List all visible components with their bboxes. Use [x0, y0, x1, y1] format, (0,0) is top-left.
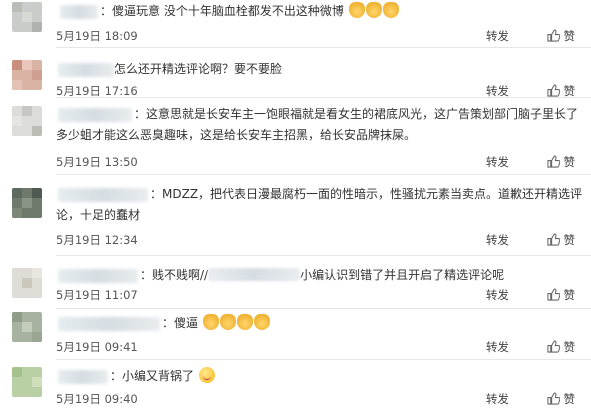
comment-text-continued: 小编认识到错了并且开启了精选评论呢 [300, 268, 505, 282]
timestamp: 5月19日 18:09 [56, 29, 138, 43]
comment-actions: 转发 赞 [486, 154, 575, 170]
username-blurred[interactable] [58, 269, 138, 283]
ok-hand-emoji-icon [202, 314, 219, 330]
avatar[interactable] [12, 2, 42, 32]
repost-button[interactable]: 转发 [486, 232, 509, 248]
like-label: 赞 [563, 233, 576, 247]
avatar[interactable] [12, 268, 42, 298]
comment-text-line2: 论，十足的蠢材 [56, 208, 141, 222]
comment-text: 贱不贱啊// [152, 268, 209, 282]
like-button[interactable]: 赞 [546, 339, 576, 355]
comment-item: ：MDZZ，把代表日漫最腐朽一面的性暗示，性骚扰元素当卖点。道歉还开精选评 论，… [0, 174, 591, 258]
avatar[interactable] [12, 367, 42, 397]
avatar[interactable] [12, 188, 42, 218]
comment-actions: 转发 赞 [486, 287, 575, 303]
avatar[interactable] [12, 60, 42, 90]
thumbs-up-icon [546, 233, 560, 246]
comment-item: ：这意思就是长安车主一饱眼福就是看女生的裙底风光，这广告策划部门脑子里长了 多少… [0, 98, 591, 175]
comment-text-line1: 这意思就是长安车主一饱眼福就是看女生的裙底风光，这广告策划部门脑子里长了 [146, 107, 579, 121]
avatar[interactable] [12, 106, 42, 136]
username-suffix: ： [140, 268, 153, 282]
thumbs-up-icon [546, 392, 560, 405]
comment-actions: 转发 赞 [486, 28, 575, 44]
comment-text: 傻逼 [174, 316, 199, 330]
comment-text: 傻逼玩意 没个十年脑血栓都发不出这种微博 [112, 4, 344, 18]
username-suffix: ： [110, 369, 123, 383]
comment-actions: 转发 赞 [486, 391, 575, 407]
username-suffix: ： [150, 187, 163, 201]
thumbs-up-icon [546, 288, 560, 301]
comment-item: ：小编又背锅了 5月19日 09:40 转发 赞 [0, 360, 591, 412]
ok-hand-emoji-icon [253, 314, 270, 330]
like-label: 赞 [563, 84, 576, 98]
comment-item: ：傻逼玩意 没个十年脑血栓都发不出这种微博 5月19日 18:09 转发 赞 [0, 0, 591, 48]
comment-actions: 转发 赞 [486, 339, 575, 355]
username-blurred[interactable] [58, 370, 108, 384]
timestamp: 5月19日 12:34 [56, 233, 138, 247]
like-label: 赞 [563, 340, 576, 354]
like-button[interactable]: 赞 [546, 391, 576, 407]
repost-button[interactable]: 转发 [486, 339, 509, 355]
repost-button[interactable]: 转发 [486, 154, 509, 170]
username-blurred[interactable] [58, 108, 132, 122]
thumbs-up-icon [546, 340, 560, 353]
like-button[interactable]: 赞 [546, 154, 576, 170]
thumbs-up-icon [546, 29, 560, 42]
facepalm-emoji-icon [348, 2, 365, 18]
username-suffix: ： [162, 316, 175, 330]
thumbs-up-icon [546, 84, 560, 97]
comment-text-line1: MDZZ，把代表日漫最腐朽一面的性暗示，性骚扰元素当卖点。道歉还开精选评 [162, 187, 583, 201]
like-label: 赞 [563, 392, 576, 406]
comment-text: 怎么还开精选评论啊？要不要脸 [114, 62, 283, 76]
thumbs-up-icon [546, 155, 560, 168]
username-blurred[interactable] [58, 188, 148, 202]
facepalm-emoji-icon [365, 2, 382, 18]
comment-actions: 转发 赞 [486, 232, 575, 248]
username-blurred[interactable] [60, 5, 98, 19]
comment-item: ：贱不贱啊// 小编认识到错了并且开启了精选评论呢 5月19日 11:07 转发 … [0, 256, 591, 309]
repost-button[interactable]: 转发 [486, 28, 509, 44]
username-blurred[interactable] [58, 63, 114, 77]
timestamp: 5月19日 09:40 [56, 392, 138, 406]
comment-text: 小编又背锅了 [122, 369, 195, 383]
comment-text-line2: 多少蛆才能这么恶臭趣味，这是给长安车主招黑，给长安品牌抹屎。 [56, 128, 417, 142]
like-button[interactable]: 赞 [546, 287, 576, 303]
timestamp: 5月19日 13:50 [56, 155, 138, 169]
like-label: 赞 [563, 288, 576, 302]
like-button[interactable]: 赞 [546, 232, 576, 248]
like-button[interactable]: 赞 [546, 28, 576, 44]
avatar[interactable] [12, 312, 42, 342]
ok-hand-emoji-icon [236, 314, 253, 330]
like-label: 赞 [563, 29, 576, 43]
username-suffix: ： [100, 4, 113, 18]
repost-button[interactable]: 转发 [486, 287, 509, 303]
comment-item: 怎么还开精选评论啊？要不要脸 5月19日 17:16 转发 赞 [0, 48, 591, 98]
comment-item: ：傻逼 5月19日 09:41 转发 赞 [0, 308, 591, 360]
timestamp: 5月19日 11:07 [56, 288, 138, 302]
mention-blurred[interactable] [208, 268, 301, 281]
username-blurred[interactable] [58, 317, 160, 331]
ok-hand-emoji-icon [219, 314, 236, 330]
username-suffix: ： [134, 107, 147, 121]
facepalm-emoji-icon [382, 2, 399, 18]
repost-button[interactable]: 转发 [486, 391, 509, 407]
like-label: 赞 [563, 155, 576, 169]
timestamp: 5月19日 09:41 [56, 340, 138, 354]
smirk-emoji-icon [198, 367, 215, 383]
